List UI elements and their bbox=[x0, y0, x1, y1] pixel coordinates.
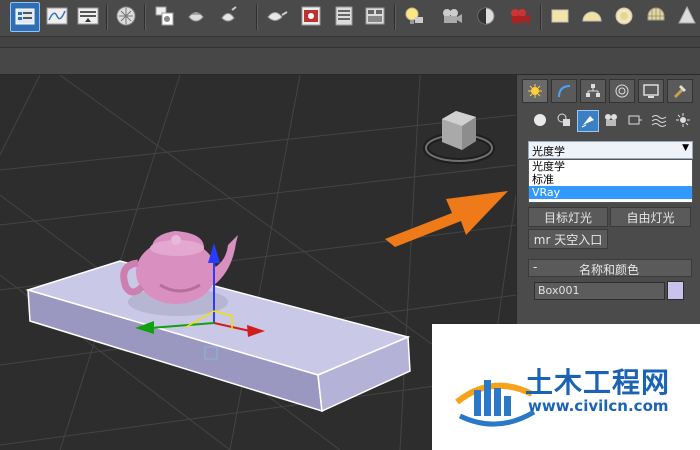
render-frame-icon[interactable] bbox=[214, 2, 242, 30]
camera-icon[interactable] bbox=[438, 2, 466, 30]
watermark-title: 土木工程网 bbox=[525, 366, 671, 399]
light-bulb-icon[interactable] bbox=[400, 2, 428, 30]
ribbon-panel bbox=[0, 48, 700, 75]
helpers-icon[interactable] bbox=[625, 110, 645, 130]
lights-icon[interactable] bbox=[577, 110, 599, 132]
target-light-button[interactable]: 目标灯光 bbox=[528, 207, 608, 227]
rollout-title: 名称和颜色 bbox=[579, 263, 640, 277]
layer-manager-icon[interactable] bbox=[330, 2, 358, 30]
schematic-view-icon[interactable] bbox=[112, 2, 140, 30]
light-type-dropdown[interactable]: 光度学 ▼ bbox=[528, 141, 693, 159]
geosphere-icon[interactable] bbox=[642, 2, 670, 30]
pointer-arrow-icon bbox=[385, 191, 508, 247]
dropdown-option[interactable]: 光度学 bbox=[529, 160, 692, 173]
dropdown-selected-value: 光度学 bbox=[532, 145, 565, 158]
chevron-down-icon[interactable]: ▼ bbox=[682, 143, 689, 153]
teapot-icon[interactable] bbox=[262, 2, 290, 30]
mr-sky-portal-button[interactable]: mr 天空入口 bbox=[528, 229, 608, 249]
box001-object[interactable] bbox=[25, 260, 411, 413]
teapot-object[interactable] bbox=[120, 231, 238, 316]
select-by-name-icon[interactable] bbox=[10, 2, 40, 32]
rendered-frame-window-icon[interactable] bbox=[297, 2, 325, 30]
material-editor-icon[interactable] bbox=[150, 2, 178, 30]
free-light-button[interactable]: 自由灯光 bbox=[610, 207, 691, 227]
modify-tab[interactable] bbox=[551, 79, 577, 103]
render-setup-icon[interactable] bbox=[182, 2, 210, 30]
ribbon-icon[interactable] bbox=[361, 2, 389, 30]
ribbon-strip bbox=[0, 37, 700, 48]
name-and-color-rollout[interactable]: - 名称和颜色 bbox=[528, 259, 692, 277]
curve-editor-icon[interactable] bbox=[43, 2, 71, 30]
cone-icon[interactable] bbox=[673, 2, 700, 30]
dropdown-option[interactable]: 标准 bbox=[529, 173, 692, 186]
sphere-primitive-icon[interactable] bbox=[578, 2, 606, 30]
box-primitive-icon[interactable] bbox=[546, 2, 574, 30]
rollout-toggle[interactable]: - bbox=[533, 260, 537, 274]
dropdown-option-highlighted[interactable]: VRay bbox=[529, 186, 692, 199]
create-tab[interactable] bbox=[522, 79, 548, 103]
hierarchy-tab[interactable] bbox=[580, 79, 606, 103]
object-name-field[interactable]: Box001 bbox=[534, 282, 665, 300]
torus-primitive-icon[interactable] bbox=[610, 2, 638, 30]
watermark-url: www.civilcn.com bbox=[528, 397, 669, 415]
watermark: 土木工程网 www.civilcn.com bbox=[432, 324, 700, 450]
dropdown-list: 光度学 标准 VRay bbox=[528, 159, 693, 203]
object-name-value: Box001 bbox=[538, 284, 580, 297]
render-icon[interactable] bbox=[506, 2, 534, 30]
motion-tab[interactable] bbox=[609, 79, 635, 103]
utilities-tab[interactable] bbox=[667, 79, 693, 103]
geometry-icon[interactable] bbox=[530, 110, 550, 130]
cameras-icon[interactable] bbox=[601, 110, 621, 130]
space-warps-icon[interactable] bbox=[649, 110, 669, 130]
object-color-swatch[interactable] bbox=[667, 281, 684, 300]
main-toolbar bbox=[0, 0, 700, 37]
display-tab[interactable] bbox=[638, 79, 664, 103]
dope-sheet-icon[interactable] bbox=[74, 2, 102, 30]
shapes-icon[interactable] bbox=[554, 110, 574, 130]
systems-icon[interactable] bbox=[673, 110, 693, 130]
environment-icon[interactable] bbox=[472, 2, 500, 30]
